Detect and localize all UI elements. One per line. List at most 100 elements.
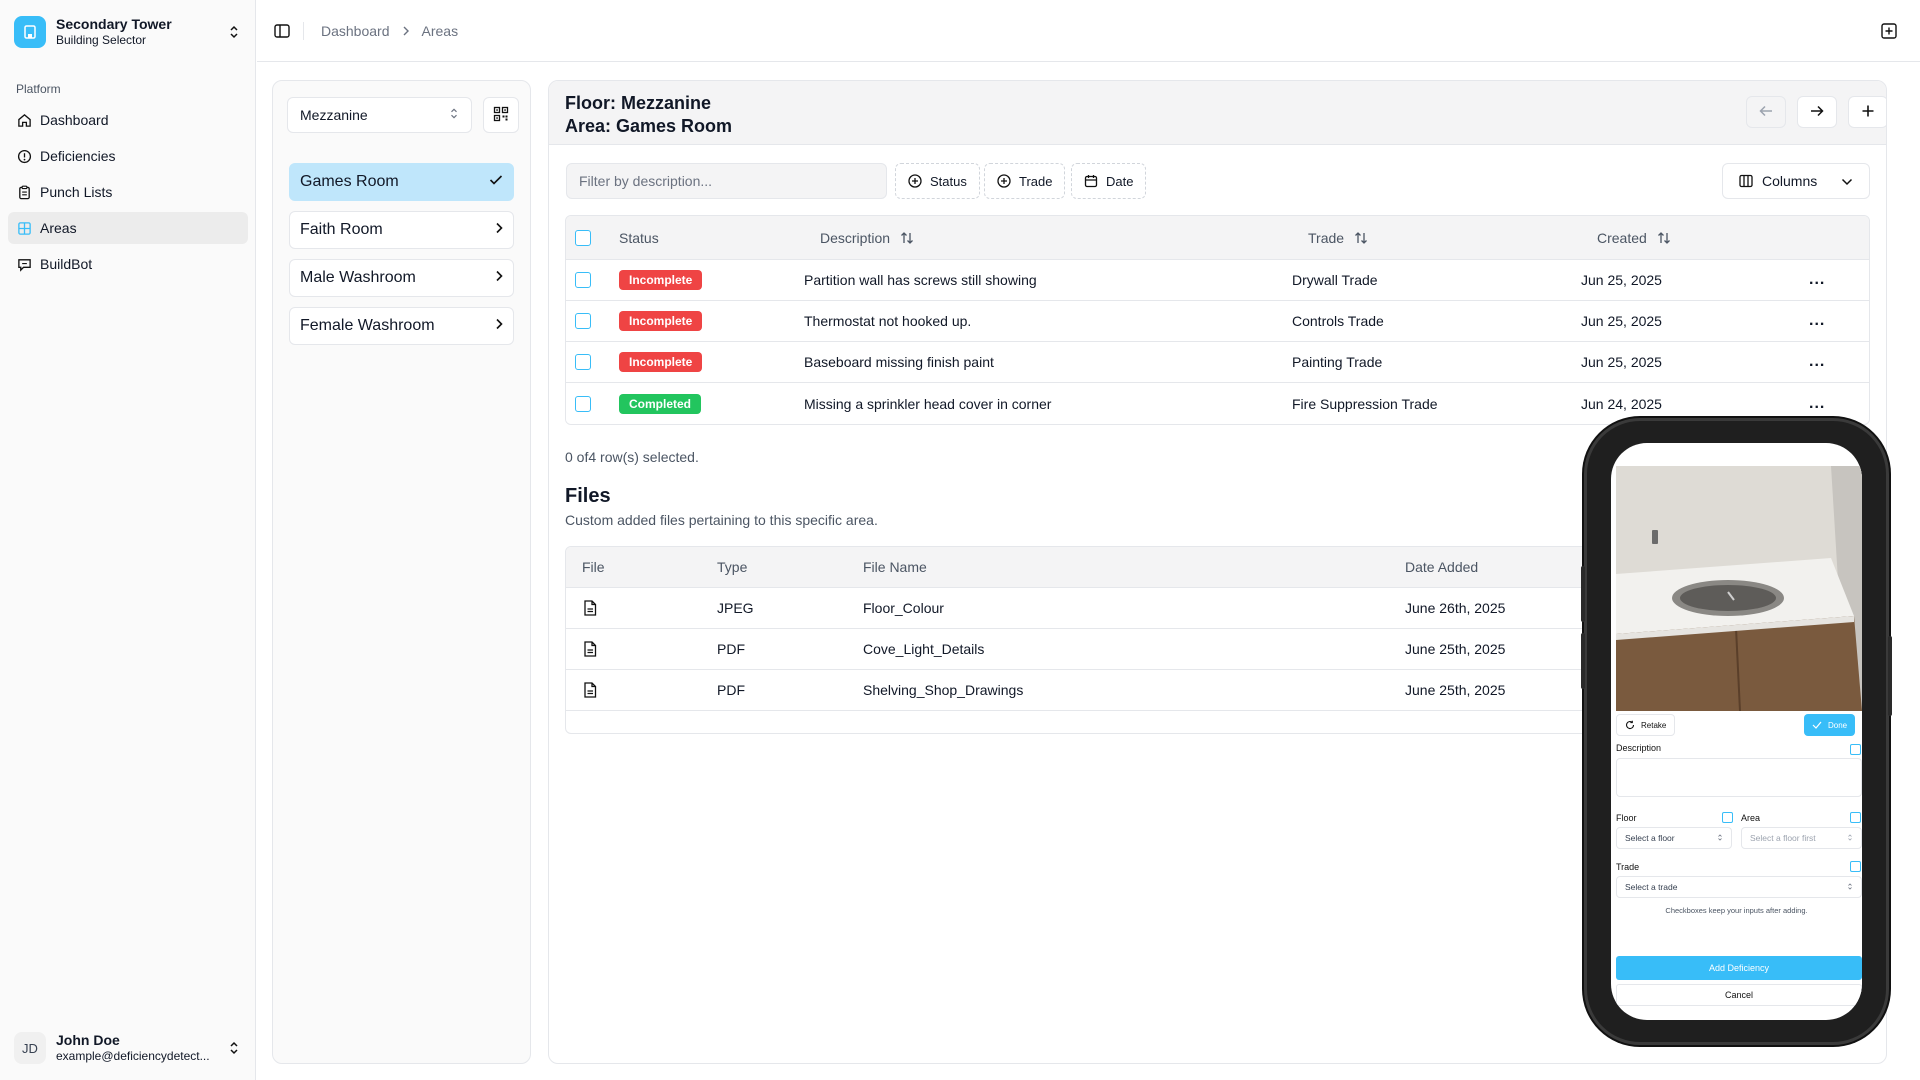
status-badge: Incomplete <box>619 270 703 290</box>
trade-filter-button[interactable]: Trade <box>984 163 1066 199</box>
plus-circle-icon <box>908 174 922 188</box>
sidebar-item-dashboard[interactable]: Dashboard <box>8 104 248 136</box>
column-description-sort[interactable]: Description <box>820 216 914 259</box>
column-status: Status <box>619 229 659 246</box>
sidebar-item-punch-lists[interactable]: Punch Lists <box>8 176 248 208</box>
file-date: June 25th, 2025 <box>1405 682 1506 698</box>
floor-select[interactable]: Mezzanine <box>287 97 472 133</box>
date-filter-label: Date <box>1106 173 1134 189</box>
sort-arrows-icon <box>900 231 914 245</box>
add-square-icon[interactable] <box>1880 22 1898 40</box>
deficiency-table: Status Description Trade Created Incompl… <box>565 215 1870 425</box>
area-item-label: Female Washroom <box>300 317 435 334</box>
table-row[interactable]: Incomplete Thermostat not hooked up. Con… <box>566 301 1869 342</box>
select-all-checkbox[interactable] <box>575 229 591 246</box>
done-button[interactable]: Done <box>1804 714 1856 736</box>
date-filter-button[interactable]: Date <box>1071 163 1147 199</box>
file-name: Shelving_Shop_Drawings <box>863 682 1024 698</box>
sidebar: Secondary Tower Building Selector Platfo… <box>0 0 256 1080</box>
row-created: Jun 25, 2025 <box>1581 313 1662 329</box>
trade-filter-label: Trade <box>1019 173 1053 189</box>
top-bar: Dashboard Areas <box>257 0 1920 62</box>
row-checkbox[interactable] <box>575 313 591 329</box>
floor-panel: Mezzanine Games Room Faith Room Male Was… <box>272 80 531 1064</box>
sidebar-item-buildbot[interactable]: BuildBot <box>8 248 248 280</box>
columns-button[interactable]: Columns <box>1722 163 1870 199</box>
chevrons-up-down-icon <box>1847 833 1853 844</box>
status-filter-button[interactable]: Status <box>895 163 980 199</box>
floor-select[interactable]: Select a floor <box>1616 827 1732 849</box>
sidebar-item-label: BuildBot <box>40 256 93 272</box>
retake-button[interactable]: Retake <box>1616 714 1676 736</box>
cancel-button[interactable]: Cancel <box>1616 984 1862 1006</box>
area-item-label: Faith Room <box>300 221 383 238</box>
sidebar-toggle-icon[interactable] <box>273 22 291 40</box>
building-selector[interactable]: Secondary Tower Building Selector <box>14 14 242 50</box>
keep-floor-checkbox[interactable] <box>1722 812 1733 823</box>
keep-area-checkbox[interactable] <box>1850 812 1861 823</box>
chevrons-up-down-icon <box>1717 833 1723 844</box>
description-textarea[interactable] <box>1616 758 1862 797</box>
user-menu[interactable]: JD John Doe example@deficiencydetect... <box>14 1030 242 1066</box>
arrow-right-icon <box>1810 104 1824 120</box>
check-icon <box>489 173 503 191</box>
area-select[interactable]: Select a floor first <box>1741 827 1862 849</box>
chevrons-up-down-icon <box>449 107 459 123</box>
phone-side-button <box>1888 636 1892 716</box>
column-date-added: Date Added <box>1405 559 1479 575</box>
qr-code-button[interactable] <box>483 97 519 133</box>
sidebar-item-deficiencies[interactable]: Deficiencies <box>8 140 248 172</box>
description-filter-input[interactable] <box>566 163 887 199</box>
column-file-name: File Name <box>863 559 927 575</box>
floor-select-placeholder: Select a floor <box>1625 833 1675 843</box>
sidebar-item-label: Areas <box>40 220 77 236</box>
sidebar-item-label: Punch Lists <box>40 184 113 200</box>
refresh-icon <box>1625 720 1635 730</box>
row-checkbox[interactable] <box>575 272 591 288</box>
add-deficiency-submit-button[interactable]: Add Deficiency <box>1616 956 1862 980</box>
file-icon[interactable] <box>583 670 597 710</box>
sidebar-item-areas[interactable]: Areas <box>8 212 248 244</box>
breadcrumb-dashboard[interactable]: Dashboard <box>321 23 390 39</box>
add-deficiency-button[interactable] <box>1848 96 1886 128</box>
row-actions-more-icon[interactable]: ... <box>1809 260 1825 300</box>
status-badge: Incomplete <box>619 311 703 331</box>
row-checkbox[interactable] <box>575 354 591 370</box>
chevron-right-icon <box>495 317 503 335</box>
clipboard-icon <box>16 184 32 200</box>
trade-select[interactable]: Select a trade <box>1616 876 1862 898</box>
file-icon[interactable] <box>583 629 597 669</box>
column-created-sort[interactable]: Created <box>1597 216 1671 259</box>
area-item-female-washroom[interactable]: Female Washroom <box>289 307 514 345</box>
chevrons-up-down-icon <box>226 1040 242 1056</box>
next-area-button[interactable] <box>1797 96 1837 128</box>
row-actions-more-icon[interactable]: ... <box>1809 301 1825 341</box>
file-type: PDF <box>717 682 745 698</box>
area-item-faith-room[interactable]: Faith Room <box>289 211 514 249</box>
keep-description-checkbox[interactable] <box>1850 744 1861 755</box>
phone-side-button <box>1581 566 1585 622</box>
chevrons-up-down-icon <box>1847 882 1853 893</box>
selection-count: 0 of4 row(s) selected. <box>565 449 699 465</box>
file-icon[interactable] <box>583 588 597 628</box>
check-icon <box>1812 721 1822 729</box>
page-title: Floor: Mezzanine Area: Games Room <box>565 92 732 138</box>
trade-select-placeholder: Select a trade <box>1625 882 1678 892</box>
table-row[interactable]: Incomplete Baseboard missing finish pain… <box>566 342 1869 383</box>
divider <box>303 22 304 40</box>
area-item-male-washroom[interactable]: Male Washroom <box>289 259 514 297</box>
column-trade-sort[interactable]: Trade <box>1308 216 1368 259</box>
chat-bot-icon <box>16 256 32 272</box>
section-label: Platform <box>16 82 61 96</box>
row-actions-more-icon[interactable]: ... <box>1809 342 1825 382</box>
chevron-right-icon <box>402 26 410 36</box>
area-label: Area <box>1741 813 1761 823</box>
keep-trade-checkbox[interactable] <box>1850 861 1861 872</box>
floor-label: Floor <box>1616 813 1637 823</box>
area-item-games-room[interactable]: Games Room <box>289 163 514 201</box>
building-icon <box>14 16 46 48</box>
table-row[interactable]: Incomplete Partition wall has screws sti… <box>566 260 1869 301</box>
previous-area-button[interactable] <box>1746 96 1786 128</box>
row-checkbox[interactable] <box>575 395 591 412</box>
file-name: Cove_Light_Details <box>863 641 985 657</box>
